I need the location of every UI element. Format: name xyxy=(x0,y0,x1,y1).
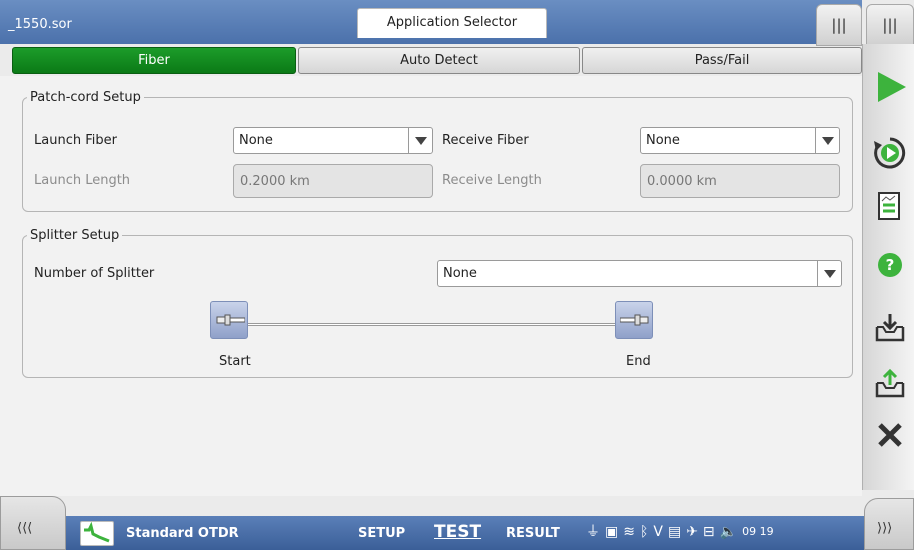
receive-fiber-label: Receive Fiber xyxy=(442,133,529,148)
bottom-bar: Standard OTDR SETUP TEST RESULT ⏚ ▣ ≋ ᛒ … xyxy=(0,516,914,550)
start-label: Start xyxy=(219,354,251,369)
file-title: _1550.sor xyxy=(8,17,72,32)
real-time-button[interactable] xyxy=(867,130,913,176)
network-icon: ⊟ xyxy=(702,524,715,540)
report-icon xyxy=(878,192,900,220)
end-connector-button[interactable] xyxy=(615,301,653,339)
right-toolbar: ? xyxy=(862,44,914,490)
otdr-app-icon xyxy=(80,521,114,546)
help-icon: ? xyxy=(878,253,902,277)
status-icons: ⏚ ▣ ≋ ᛒ V ▤ ✈ ⊟ 🔈 09 19 xyxy=(586,523,774,541)
content-area: Patch-cord Setup Launch Fiber None Recei… xyxy=(0,76,862,496)
close-icon xyxy=(878,423,902,447)
volume-icon: 🔈 xyxy=(719,524,738,540)
close-button[interactable] xyxy=(867,412,913,458)
launch-length-field: 0.2000 km xyxy=(233,164,433,198)
title-bar: _1550.sor Application Selector xyxy=(0,0,862,44)
tab-pass-fail[interactable]: Pass/Fail xyxy=(582,47,862,74)
receive-length-label: Receive Length xyxy=(442,173,542,188)
end-label: End xyxy=(626,354,651,369)
receive-fiber-select[interactable]: None xyxy=(640,127,840,154)
otdr-trace-icon xyxy=(84,521,110,543)
setup-tabs: Fiber Auto Detect Pass/Fail xyxy=(12,47,862,74)
number-of-splitter-select[interactable]: None xyxy=(437,260,842,287)
right-chevrons: ⟩⟩⟩ xyxy=(877,521,893,536)
right-panel-tab[interactable]: ⟩⟩⟩ xyxy=(864,498,914,550)
camera-icon: ▣ xyxy=(605,524,619,540)
report-button[interactable] xyxy=(867,184,913,230)
panel-tab-left-label: ||| xyxy=(831,16,847,34)
application-selector-button[interactable]: Application Selector xyxy=(357,8,547,38)
launch-fiber-label: Launch Fiber xyxy=(34,133,117,148)
launch-fiber-value: None xyxy=(239,133,273,148)
splitter-setup-group: Splitter Setup xyxy=(22,228,853,378)
tab-fiber[interactable]: Fiber xyxy=(12,47,296,74)
play-icon xyxy=(878,72,906,102)
splitter-setup-legend: Splitter Setup xyxy=(30,228,120,243)
setup-tab[interactable]: SETUP xyxy=(358,526,405,541)
satellite-icon: ✈ xyxy=(686,524,698,540)
fiber-link-line xyxy=(248,323,616,326)
left-panel-tab[interactable]: ⟨⟨⟨ xyxy=(0,496,66,550)
launch-length-value: 0.2000 km xyxy=(240,174,310,189)
result-tab[interactable]: RESULT xyxy=(506,526,560,541)
svg-text:?: ? xyxy=(886,256,895,274)
open-button[interactable] xyxy=(867,360,913,406)
help-button[interactable]: ? xyxy=(867,242,913,288)
patch-cord-setup-legend: Patch-cord Setup xyxy=(30,90,141,105)
wifi-icon: ≋ xyxy=(623,524,635,540)
chevron-down-icon xyxy=(817,261,841,286)
v-icon: V xyxy=(653,524,663,540)
terminal-icon: ▤ xyxy=(667,524,682,540)
receive-length-field: 0.0000 km xyxy=(640,164,840,198)
number-of-splitter-value: None xyxy=(443,266,477,281)
panel-tab-right[interactable]: ||| xyxy=(866,4,914,46)
connector-icon xyxy=(216,314,245,326)
tab-auto-detect[interactable]: Auto Detect xyxy=(298,47,580,74)
chevron-down-icon xyxy=(408,128,432,153)
start-connector-button[interactable] xyxy=(210,301,248,339)
connector-icon xyxy=(620,314,649,326)
panel-tab-right-label: ||| xyxy=(882,16,898,34)
save-icon xyxy=(875,314,905,342)
clock-time: 09 19 xyxy=(742,525,774,538)
panel-tab-left[interactable]: ||| xyxy=(816,4,862,46)
receive-length-value: 0.0000 km xyxy=(647,174,717,189)
start-test-button[interactable] xyxy=(867,64,913,110)
receive-fiber-value: None xyxy=(646,133,680,148)
bluetooth-icon: ᛒ xyxy=(639,524,649,540)
left-chevrons: ⟨⟨⟨ xyxy=(17,521,33,536)
chevron-down-icon xyxy=(815,128,839,153)
launch-length-label: Launch Length xyxy=(34,173,131,188)
launch-fiber-select[interactable]: None xyxy=(233,127,433,154)
power-plug-icon: ⏚ xyxy=(586,524,600,540)
save-button[interactable] xyxy=(867,304,913,350)
number-of-splitter-label: Number of Splitter xyxy=(34,266,155,281)
open-icon xyxy=(875,368,905,398)
test-tab[interactable]: TEST xyxy=(434,522,481,542)
app-name: Standard OTDR xyxy=(126,526,239,541)
refresh-play-icon xyxy=(874,137,906,169)
